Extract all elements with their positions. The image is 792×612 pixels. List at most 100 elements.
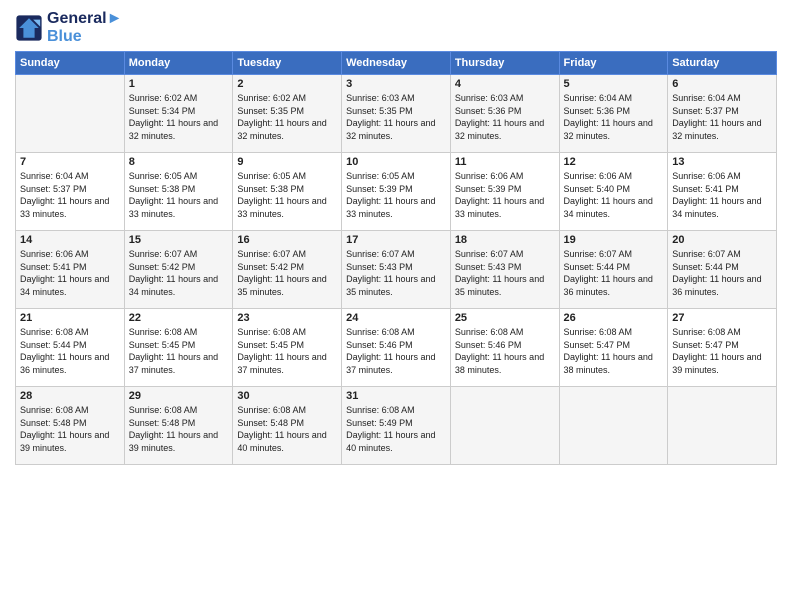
day-number: 7	[20, 156, 120, 168]
day-info: Sunrise: 6:07 AMSunset: 5:43 PMDaylight:…	[455, 248, 555, 298]
calendar-day-cell: 9 Sunrise: 6:05 AMSunset: 5:38 PMDaylight…	[233, 153, 342, 231]
calendar-day-cell: 13 Sunrise: 6:06 AMSunset: 5:41 PMDayligh…	[668, 153, 777, 231]
calendar-day-cell: 21 Sunrise: 6:08 AMSunset: 5:44 PMDayligh…	[16, 309, 125, 387]
day-info: Sunrise: 6:07 AMSunset: 5:42 PMDaylight:…	[237, 248, 337, 298]
calendar-day-cell: 1 Sunrise: 6:02 AMSunset: 5:34 PMDaylight…	[124, 75, 233, 153]
day-info: Sunrise: 6:02 AMSunset: 5:34 PMDaylight:…	[129, 92, 229, 142]
day-number: 28	[20, 390, 120, 402]
day-info: Sunrise: 6:08 AMSunset: 5:46 PMDaylight:…	[346, 326, 446, 376]
calendar-day-cell	[450, 387, 559, 465]
day-info: Sunrise: 6:04 AMSunset: 5:36 PMDaylight:…	[564, 92, 664, 142]
day-info: Sunrise: 6:08 AMSunset: 5:45 PMDaylight:…	[129, 326, 229, 376]
calendar-day-cell: 28 Sunrise: 6:08 AMSunset: 5:48 PMDayligh…	[16, 387, 125, 465]
calendar-day-cell: 12 Sunrise: 6:06 AMSunset: 5:40 PMDayligh…	[559, 153, 668, 231]
day-info: Sunrise: 6:06 AMSunset: 5:41 PMDaylight:…	[672, 170, 772, 220]
calendar-header-cell: Monday	[124, 52, 233, 75]
day-info: Sunrise: 6:04 AMSunset: 5:37 PMDaylight:…	[20, 170, 120, 220]
day-info: Sunrise: 6:08 AMSunset: 5:45 PMDaylight:…	[237, 326, 337, 376]
day-info: Sunrise: 6:08 AMSunset: 5:46 PMDaylight:…	[455, 326, 555, 376]
calendar-header-cell: Sunday	[16, 52, 125, 75]
day-number: 15	[129, 234, 229, 246]
day-number: 26	[564, 312, 664, 324]
calendar-header-cell: Wednesday	[342, 52, 451, 75]
day-number: 4	[455, 78, 555, 90]
calendar-day-cell: 25 Sunrise: 6:08 AMSunset: 5:46 PMDayligh…	[450, 309, 559, 387]
day-number: 9	[237, 156, 337, 168]
calendar-day-cell	[668, 387, 777, 465]
day-info: Sunrise: 6:08 AMSunset: 5:48 PMDaylight:…	[20, 404, 120, 454]
day-info: Sunrise: 6:07 AMSunset: 5:44 PMDaylight:…	[564, 248, 664, 298]
calendar-day-cell: 26 Sunrise: 6:08 AMSunset: 5:47 PMDayligh…	[559, 309, 668, 387]
day-number: 17	[346, 234, 446, 246]
day-info: Sunrise: 6:02 AMSunset: 5:35 PMDaylight:…	[237, 92, 337, 142]
day-number: 16	[237, 234, 337, 246]
calendar-day-cell: 3 Sunrise: 6:03 AMSunset: 5:35 PMDaylight…	[342, 75, 451, 153]
calendar-day-cell: 2 Sunrise: 6:02 AMSunset: 5:35 PMDaylight…	[233, 75, 342, 153]
day-info: Sunrise: 6:07 AMSunset: 5:42 PMDaylight:…	[129, 248, 229, 298]
day-info: Sunrise: 6:05 AMSunset: 5:39 PMDaylight:…	[346, 170, 446, 220]
day-number: 29	[129, 390, 229, 402]
day-number: 27	[672, 312, 772, 324]
day-number: 22	[129, 312, 229, 324]
calendar-week-row: 1 Sunrise: 6:02 AMSunset: 5:34 PMDaylight…	[16, 75, 777, 153]
header: General► Blue	[15, 10, 777, 45]
day-info: Sunrise: 6:07 AMSunset: 5:44 PMDaylight:…	[672, 248, 772, 298]
calendar-table: SundayMondayTuesdayWednesdayThursdayFrid…	[15, 51, 777, 465]
calendar-week-row: 7 Sunrise: 6:04 AMSunset: 5:37 PMDaylight…	[16, 153, 777, 231]
day-number: 2	[237, 78, 337, 90]
day-number: 8	[129, 156, 229, 168]
calendar-day-cell	[559, 387, 668, 465]
logo: General► Blue	[15, 10, 122, 45]
day-info: Sunrise: 6:06 AMSunset: 5:39 PMDaylight:…	[455, 170, 555, 220]
calendar-header-cell: Tuesday	[233, 52, 342, 75]
calendar-day-cell: 20 Sunrise: 6:07 AMSunset: 5:44 PMDayligh…	[668, 231, 777, 309]
day-number: 11	[455, 156, 555, 168]
day-number: 25	[455, 312, 555, 324]
day-info: Sunrise: 6:08 AMSunset: 5:47 PMDaylight:…	[564, 326, 664, 376]
calendar-week-row: 28 Sunrise: 6:08 AMSunset: 5:48 PMDayligh…	[16, 387, 777, 465]
day-number: 31	[346, 390, 446, 402]
day-number: 20	[672, 234, 772, 246]
calendar-day-cell: 8 Sunrise: 6:05 AMSunset: 5:38 PMDaylight…	[124, 153, 233, 231]
calendar-day-cell: 24 Sunrise: 6:08 AMSunset: 5:46 PMDayligh…	[342, 309, 451, 387]
day-number: 18	[455, 234, 555, 246]
day-number: 6	[672, 78, 772, 90]
day-number: 21	[20, 312, 120, 324]
day-number: 13	[672, 156, 772, 168]
calendar-day-cell: 11 Sunrise: 6:06 AMSunset: 5:39 PMDayligh…	[450, 153, 559, 231]
day-info: Sunrise: 6:03 AMSunset: 5:35 PMDaylight:…	[346, 92, 446, 142]
day-number: 1	[129, 78, 229, 90]
calendar-week-row: 14 Sunrise: 6:06 AMSunset: 5:41 PMDayligh…	[16, 231, 777, 309]
day-info: Sunrise: 6:08 AMSunset: 5:48 PMDaylight:…	[237, 404, 337, 454]
day-info: Sunrise: 6:08 AMSunset: 5:49 PMDaylight:…	[346, 404, 446, 454]
day-info: Sunrise: 6:03 AMSunset: 5:36 PMDaylight:…	[455, 92, 555, 142]
day-info: Sunrise: 6:04 AMSunset: 5:37 PMDaylight:…	[672, 92, 772, 142]
day-info: Sunrise: 6:08 AMSunset: 5:44 PMDaylight:…	[20, 326, 120, 376]
calendar-week-row: 21 Sunrise: 6:08 AMSunset: 5:44 PMDayligh…	[16, 309, 777, 387]
day-number: 10	[346, 156, 446, 168]
calendar-day-cell: 27Sunrise: 6:08 AMSunset: 5:47 PMDayligh…	[668, 309, 777, 387]
day-number: 30	[237, 390, 337, 402]
calendar-body: 1 Sunrise: 6:02 AMSunset: 5:34 PMDaylight…	[16, 75, 777, 465]
day-info: Sunrise: 6:06 AMSunset: 5:40 PMDaylight:…	[564, 170, 664, 220]
day-number: 14	[20, 234, 120, 246]
day-number: 12	[564, 156, 664, 168]
calendar-day-cell: 31 Sunrise: 6:08 AMSunset: 5:49 PMDayligh…	[342, 387, 451, 465]
day-info: Sunrise: 6:07 AMSunset: 5:43 PMDaylight:…	[346, 248, 446, 298]
day-number: 19	[564, 234, 664, 246]
calendar-day-cell: 19 Sunrise: 6:07 AMSunset: 5:44 PMDayligh…	[559, 231, 668, 309]
calendar-day-cell: 17 Sunrise: 6:07 AMSunset: 5:43 PMDayligh…	[342, 231, 451, 309]
calendar-header-cell: Friday	[559, 52, 668, 75]
day-number: 3	[346, 78, 446, 90]
day-info: Sunrise: 6:05 AMSunset: 5:38 PMDaylight:…	[129, 170, 229, 220]
day-number: 24	[346, 312, 446, 324]
day-info: Sunrise: 6:05 AMSunset: 5:38 PMDaylight:…	[237, 170, 337, 220]
calendar-day-cell: 5Sunrise: 6:04 AMSunset: 5:36 PMDaylight…	[559, 75, 668, 153]
calendar-day-cell: 14 Sunrise: 6:06 AMSunset: 5:41 PMDayligh…	[16, 231, 125, 309]
day-info: Sunrise: 6:06 AMSunset: 5:41 PMDaylight:…	[20, 248, 120, 298]
calendar-day-cell: 16 Sunrise: 6:07 AMSunset: 5:42 PMDayligh…	[233, 231, 342, 309]
calendar-day-cell: 22 Sunrise: 6:08 AMSunset: 5:45 PMDayligh…	[124, 309, 233, 387]
calendar-day-cell: 4 Sunrise: 6:03 AMSunset: 5:36 PMDaylight…	[450, 75, 559, 153]
day-number: 23	[237, 312, 337, 324]
calendar-day-cell: 15 Sunrise: 6:07 AMSunset: 5:42 PMDayligh…	[124, 231, 233, 309]
